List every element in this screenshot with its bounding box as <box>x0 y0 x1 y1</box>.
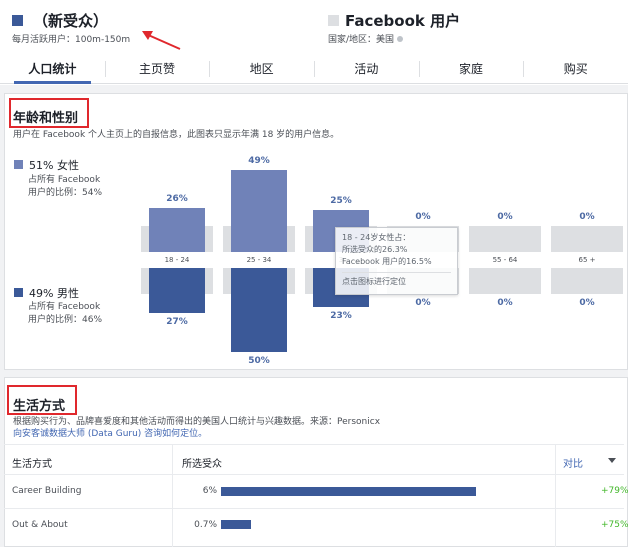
sort-arrow-icon[interactable] <box>608 458 616 463</box>
female-value-label: 0% <box>497 212 513 222</box>
lifestyle-row-bar <box>221 520 251 529</box>
tab-label: 主页赞 <box>139 62 176 76</box>
lifestyle-row-bar <box>221 487 476 496</box>
lifestyle-row-name: Out & About <box>12 520 68 530</box>
column-selected-audience: 所选受众 <box>182 459 222 470</box>
compare-color-square <box>328 15 339 26</box>
male-value-label: 27% <box>166 317 188 328</box>
tab-label: 购买 <box>563 62 588 76</box>
lifestyle-row-name: Career Building <box>12 486 82 496</box>
chart-tooltip: 18 - 24岁女性占： 所选受众的26.3% Facebook 用户的16.5… <box>335 227 458 295</box>
annotation-arrow-icon <box>142 31 181 50</box>
age-gender-chart: 26%27%18 - 2449%50%25 - 3425%23%30%0%0%0… <box>0 150 628 366</box>
female-value-label: 49% <box>248 155 270 166</box>
audience-color-square <box>12 15 23 26</box>
table-header-line-top <box>4 444 624 445</box>
table-row-line <box>4 508 624 509</box>
tab-activity[interactable]: 活动 <box>314 54 419 83</box>
compare-title-text: Facebook 用户 <box>345 12 461 30</box>
age-axis-label: 18 - 24 <box>164 256 190 264</box>
age-gender-description: 用户在 Facebook 个人主页上的自报信息，此图表只显示年满 18 岁的用户… <box>13 130 340 140</box>
female-value-label: 0% <box>579 212 595 222</box>
age-axis-label: 65 + <box>578 256 596 264</box>
tooltip-line-2: 所选受众的26.3% <box>342 245 408 254</box>
compare-country: 国家/地区：美国 <box>328 32 404 45</box>
female-bar <box>149 208 205 252</box>
compare-title: Facebook 用户 <box>328 10 460 31</box>
monthly-active-users: 每月活跃用户：100m-150m <box>12 35 131 45</box>
female-value-label: 26% <box>166 194 188 205</box>
tab-household[interactable]: 家庭 <box>418 54 524 83</box>
lifestyle-row-percent: 6% <box>202 486 217 496</box>
tab-label: 地区 <box>249 62 274 76</box>
male-value-label: 0% <box>415 298 431 308</box>
lifestyle-guru-link[interactable]: 向安客诚数据大师 (Data Guru) 咨询如何定位。 <box>13 426 207 439</box>
female-value-label: 0% <box>415 212 431 222</box>
tab-label: 家庭 <box>459 62 484 76</box>
male-value-label: 0% <box>497 298 513 308</box>
audience-title: （新受众） <box>12 10 108 31</box>
column-lifestyle: 生活方式 <box>12 459 52 470</box>
age-bar-background <box>551 268 623 294</box>
column-divider <box>172 444 173 547</box>
lifestyle-row-compare: +79% <box>601 486 628 496</box>
tab-page-likes[interactable]: 主页赞 <box>104 54 210 83</box>
male-value-label: 23% <box>330 310 352 321</box>
age-bar-background <box>551 226 623 252</box>
audience-title-text: （新受众） <box>33 12 109 30</box>
male-value-label: 50% <box>248 356 270 366</box>
male-bar <box>149 268 205 314</box>
tab-label: 人口统计 <box>28 62 77 76</box>
lifestyle-row-compare: +75% <box>601 520 628 530</box>
tooltip-line-1: 18 - 24岁女性占： <box>342 233 411 242</box>
lifestyle-panel <box>4 377 628 547</box>
tab-bar: 人口统计 主页赞 地区 活动 家庭 购买 <box>0 54 628 84</box>
column-compare[interactable]: 对比 <box>563 455 583 470</box>
lifestyle-highlight-box <box>7 385 77 415</box>
compare-column-divider <box>555 444 556 547</box>
lifestyle-row-percent: 0.7% <box>194 520 217 530</box>
table-header-line <box>4 474 624 475</box>
tab-demographics[interactable]: 人口统计 <box>0 54 105 84</box>
info-icon[interactable] <box>397 35 404 42</box>
tab-label: 活动 <box>354 62 379 76</box>
female-bar <box>231 169 287 252</box>
tooltip-action[interactable]: 点击图标进行定位 <box>336 276 457 288</box>
age-bar-background <box>469 268 541 294</box>
male-value-label: 0% <box>579 298 595 308</box>
age-bar-background <box>469 226 541 252</box>
tab-purchase[interactable]: 购买 <box>523 54 628 83</box>
title-highlight-box <box>9 98 89 128</box>
age-axis-label: 25 - 34 <box>246 256 272 264</box>
tooltip-line-3: Facebook 用户的16.5% <box>342 257 432 266</box>
compare-country-text: 国家/地区：美国 <box>328 35 395 45</box>
tooltip-divider <box>342 272 451 273</box>
age-axis-label: 55 - 64 <box>492 256 518 264</box>
tab-location[interactable]: 地区 <box>209 54 314 83</box>
male-bar <box>231 268 287 352</box>
female-value-label: 25% <box>330 196 352 206</box>
